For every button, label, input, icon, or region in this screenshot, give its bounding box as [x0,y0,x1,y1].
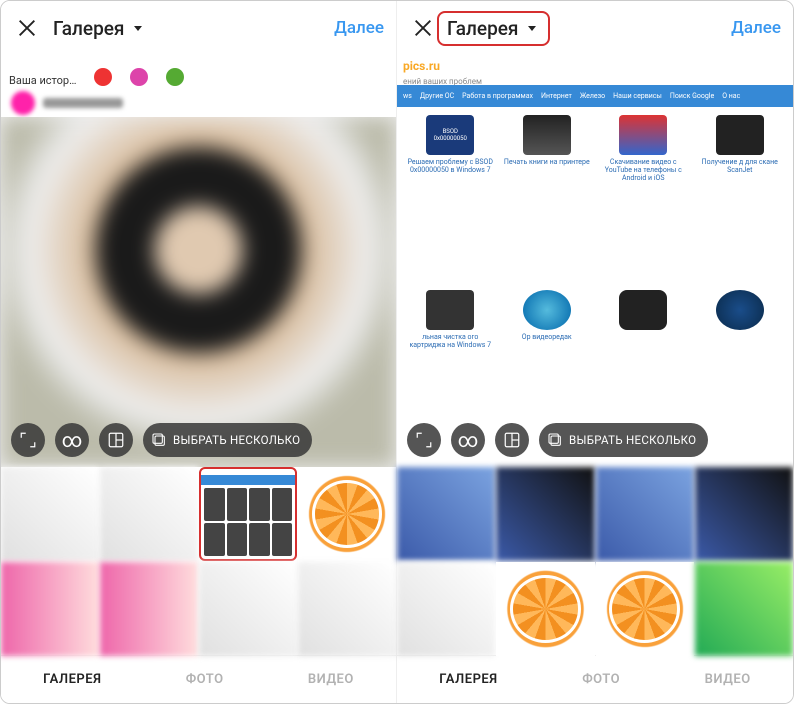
bottom-tabs: ГАЛЕРЕЯ ФОТО ВИДЕО [1,655,396,703]
thumbnail[interactable] [100,467,198,561]
topbar: Галерея Далее [1,1,396,55]
preview-controls: ∞ ВЫБРАТЬ НЕСКОЛЬКО [1,423,396,457]
close-icon[interactable] [409,14,437,42]
tab-video[interactable]: ВИДЕО [308,672,354,687]
next-button[interactable]: Далее [334,18,384,38]
thumbnail[interactable] [1,562,99,656]
thumbnail[interactable] [496,562,594,656]
image-preview[interactable]: ∞ ВЫБРАТЬ НЕСКОЛЬКО [1,117,396,467]
tab-gallery[interactable]: ГАЛЕРЕЯ [439,672,497,687]
tab-photo[interactable]: ФОТО [582,672,620,687]
right-panel: Галерея Далее pics.ru ений ваших проблем… [397,1,793,703]
boomerang-icon[interactable]: ∞ [451,423,485,457]
boomerang-icon[interactable]: ∞ [55,423,89,457]
site-nav: ws Другие ОС Работа в программах Интерне… [397,85,793,107]
thumbnail[interactable] [596,562,694,656]
select-multiple-button[interactable]: ВЫБРАТЬ НЕСКОЛЬКО [143,423,312,457]
next-button[interactable]: Далее [731,18,781,38]
chevron-down-icon [134,26,142,31]
thumbnail[interactable] [397,562,495,656]
gallery-title: Галерея [53,17,124,40]
thumbnail-grid [1,467,396,655]
gallery-source-dropdown[interactable]: Галерея [53,17,142,40]
thumbnail[interactable] [298,562,396,656]
image-preview[interactable]: pics.ru ений ваших проблем ws Другие ОС … [397,55,793,467]
thumbnail[interactable] [695,562,793,656]
post-header [1,89,396,117]
story-row: Ваша истор… [1,55,396,89]
thumbnail[interactable] [397,467,495,561]
chevron-down-icon [528,26,536,31]
your-story-label: Ваша истор… [9,74,76,87]
expand-icon[interactable] [407,423,441,457]
tab-video[interactable]: ВИДЕО [705,672,751,687]
preview-controls: ∞ ВЫБРАТЬ НЕСКОЛЬКО [397,423,793,457]
select-multiple-button[interactable]: ВЫБРАТЬ НЕСКОЛЬКО [539,423,708,457]
topbar: Галерея Далее [397,1,793,55]
thumbnail-selected[interactable] [199,467,297,561]
layout-icon[interactable] [99,423,133,457]
select-multiple-label: ВЫБРАТЬ НЕСКОЛЬКО [173,433,300,447]
thumbnail[interactable] [1,467,99,561]
gallery-source-highlight: Галерея [437,11,550,46]
bottom-tabs: ГАЛЕРЕЯ ФОТО ВИДЕО [397,655,793,703]
tab-photo[interactable]: ФОТО [186,672,224,687]
thumbnail[interactable] [496,467,594,561]
thumbnail[interactable] [596,467,694,561]
thumbnail[interactable] [298,467,396,561]
expand-icon[interactable] [11,423,45,457]
left-panel: Галерея Далее Ваша истор… ∞ [1,1,397,703]
gallery-title: Галерея [447,17,518,40]
thumbnail[interactable] [695,467,793,561]
thumbnail[interactable] [100,562,198,656]
gallery-source-dropdown[interactable]: Галерея [447,17,536,40]
thumbnail[interactable] [199,562,297,656]
thumbnail-grid [397,467,793,655]
select-multiple-label: ВЫБРАТЬ НЕСКОЛЬКО [569,433,696,447]
layout-icon[interactable] [495,423,529,457]
close-icon[interactable] [13,14,41,42]
tab-gallery[interactable]: ГАЛЕРЕЯ [43,672,101,687]
site-brand: pics.ru [403,59,440,73]
